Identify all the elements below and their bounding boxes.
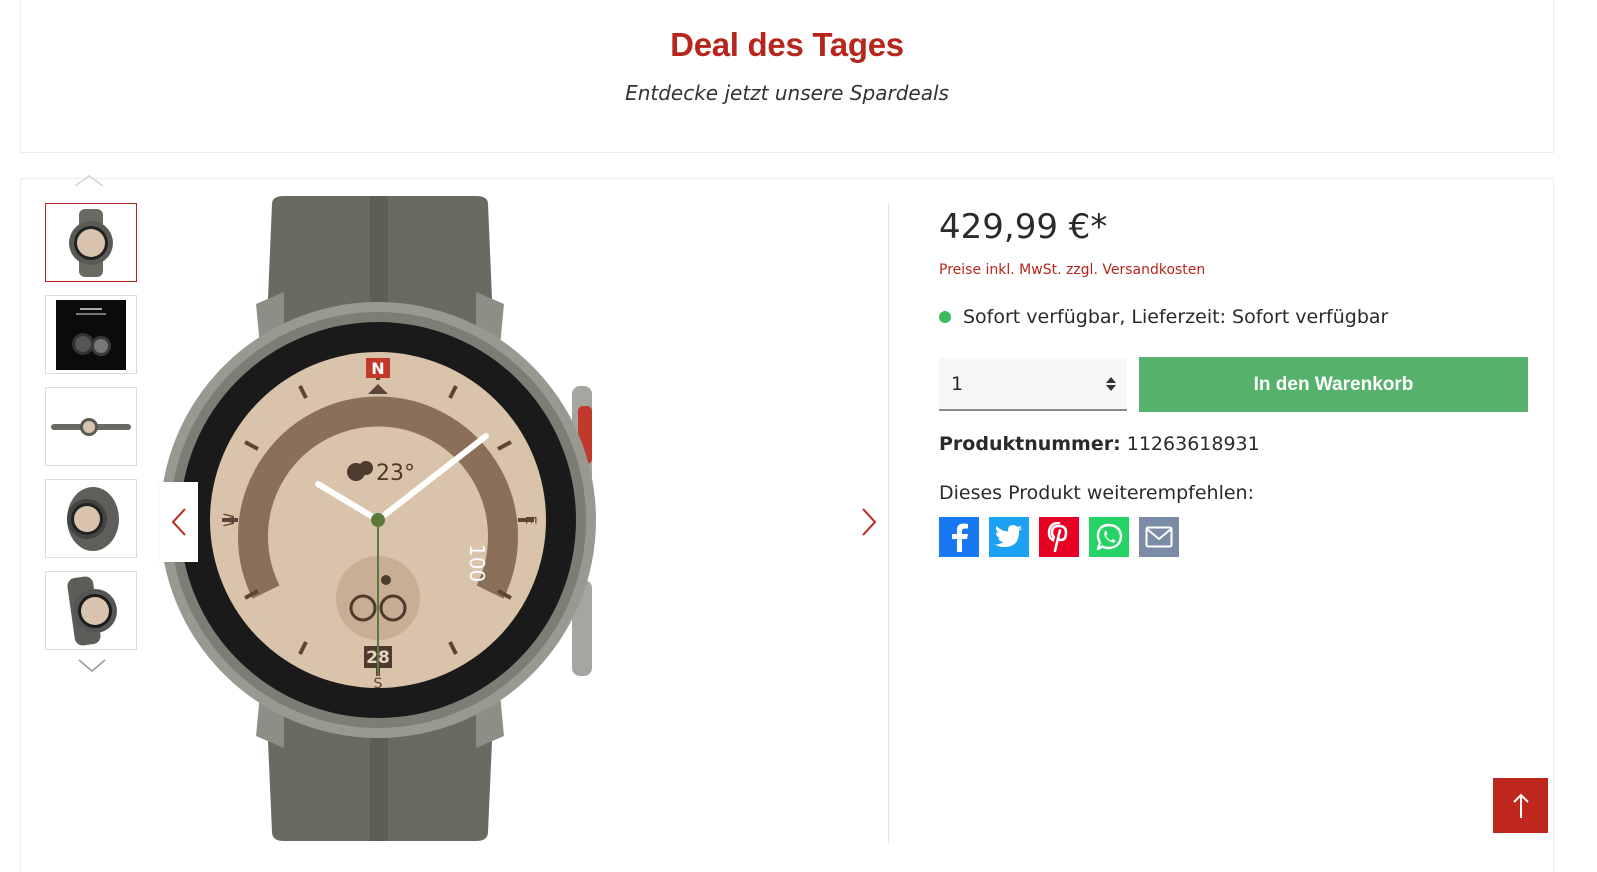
deal-header: Deal des Tages Entdecke jetzt unsere Spa…: [20, 0, 1554, 153]
watch-side-thumbnail-image: [67, 486, 119, 551]
availability-dot-icon: [939, 311, 951, 323]
share-buttons: [939, 517, 1179, 557]
thumbnail-5[interactable]: [45, 571, 137, 650]
prev-image-button[interactable]: [160, 482, 198, 562]
quantity-value: 1: [951, 372, 964, 395]
facebook-share-button[interactable]: [939, 517, 979, 557]
svg-text:S: S: [374, 676, 383, 692]
page-title: Deal des Tages: [670, 26, 904, 63]
chevron-down-icon[interactable]: [76, 655, 108, 675]
whatsapp-share-button[interactable]: [1089, 517, 1129, 557]
thumbnail-2[interactable]: [45, 295, 137, 374]
column-divider: [888, 203, 889, 843]
next-image-button[interactable]: [850, 482, 888, 562]
availability-text: Sofort verfügbar, Lieferzeit: Sofort ver…: [963, 306, 1389, 328]
add-to-cart-button[interactable]: In den Warenkorb: [1139, 357, 1528, 412]
pinterest-share-button[interactable]: [1039, 517, 1079, 557]
select-arrows-icon: [1106, 377, 1116, 391]
arrow-up-icon: [1512, 793, 1529, 818]
product-number-label: Produktnummer:: [939, 433, 1121, 455]
recommend-label: Dieses Produkt weiterempfehlen:: [939, 482, 1254, 504]
whatsapp-icon: [1096, 523, 1123, 551]
watch-flat-thumbnail-image: [51, 417, 131, 436]
price-note-link[interactable]: Preise inkl. MwSt. zzgl. Versandkosten: [939, 262, 1205, 278]
pinterest-icon: [1047, 522, 1068, 552]
facebook-icon: [952, 523, 968, 552]
chevron-right-icon: [862, 508, 877, 536]
chevron-left-icon: [171, 508, 186, 536]
svg-text:N: N: [371, 359, 384, 378]
main-product-image: N S W E 23° 100 28: [160, 196, 596, 841]
quantity-select[interactable]: 1: [939, 358, 1127, 411]
watch-angle-thumbnail-image: [67, 576, 117, 645]
availability-status: Sofort verfügbar, Lieferzeit: Sofort ver…: [939, 306, 1388, 328]
product-number-value: 11263618931: [1126, 433, 1260, 455]
chevron-up-icon[interactable]: [73, 172, 105, 190]
product-price: 429,99 €*: [939, 207, 1108, 247]
page-subtitle: Entdecke jetzt unsere Spardeals: [625, 81, 949, 105]
svg-text:E: E: [522, 516, 538, 525]
twitter-share-button[interactable]: [989, 517, 1029, 557]
thumbnail-3[interactable]: [45, 387, 137, 466]
thumbnail-1[interactable]: [45, 203, 137, 282]
email-icon: [1145, 526, 1173, 548]
svg-text:23°: 23°: [376, 461, 415, 486]
watch-box-thumbnail-image: [56, 299, 126, 370]
svg-text:W: W: [222, 513, 238, 527]
email-share-button[interactable]: [1139, 517, 1179, 557]
twitter-icon: [995, 525, 1022, 547]
product-number: Produktnummer: 11263618931: [939, 433, 1260, 455]
scroll-to-top-button[interactable]: [1493, 778, 1548, 833]
svg-text:100: 100: [465, 544, 489, 582]
watch-thumbnail-image: [69, 208, 113, 277]
thumbnail-4[interactable]: [45, 479, 137, 558]
